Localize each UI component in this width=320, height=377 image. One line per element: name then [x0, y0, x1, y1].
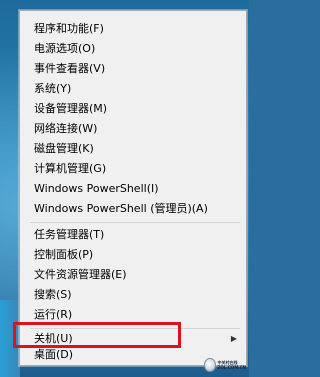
quick-link-menu: 程序和功能(F) 电源选项(O) 事件查看器(V) 系统(Y) 设备管理器(M)…	[19, 10, 247, 366]
watermark: 中关村在线 ZOL.COM.CN	[204, 356, 246, 374]
menu-item-device-manager[interactable]: 设备管理器(M)	[21, 99, 245, 119]
watermark-text: 中关村在线 ZOL.COM.CN	[218, 360, 247, 370]
menu-item-task-manager[interactable]: 任务管理器(T)	[21, 225, 245, 245]
menu-item-powershell[interactable]: Windows PowerShell(I)	[21, 179, 245, 199]
menu-item-computer-management[interactable]: 计算机管理(G)	[21, 159, 245, 179]
menu-item-event-viewer[interactable]: 事件查看器(V)	[21, 59, 245, 79]
menu-item-system[interactable]: 系统(Y)	[21, 79, 245, 99]
menu-item-power-options[interactable]: 电源选项(O)	[21, 39, 245, 59]
menu-item-control-panel[interactable]: 控制面板(P)	[21, 245, 245, 265]
menu-item-programs-and-features[interactable]: 程序和功能(F)	[21, 19, 245, 39]
menu-item-file-explorer[interactable]: 文件资源管理器(E)	[21, 265, 245, 285]
zol-logo-icon	[204, 358, 216, 372]
menu-item-network-connections[interactable]: 网络连接(W)	[21, 119, 245, 139]
menu-separator	[30, 222, 240, 223]
menu-item-disk-management[interactable]: 磁盘管理(K)	[21, 139, 245, 159]
watermark-line2: ZOL.COM.CN	[217, 365, 247, 370]
menu-item-search[interactable]: 搜索(S)	[21, 285, 245, 305]
menu-item-powershell-admin[interactable]: Windows PowerShell (管理员)(A)	[21, 199, 245, 219]
highlight-annotation-box	[13, 322, 181, 348]
